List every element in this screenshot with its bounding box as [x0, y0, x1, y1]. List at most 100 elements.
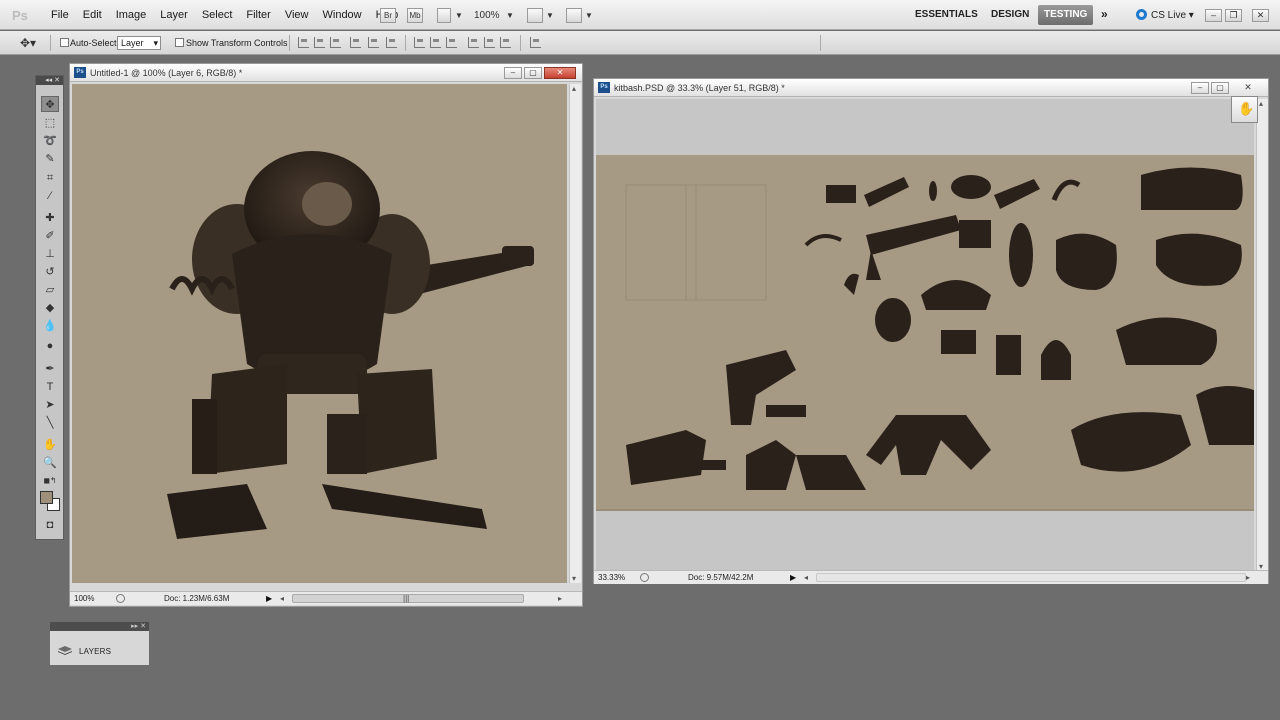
- layers-panel-label[interactable]: LAYERS: [79, 647, 111, 656]
- view-extras-icon[interactable]: [437, 8, 451, 23]
- vertical-scrollbar[interactable]: [1256, 99, 1268, 571]
- bridge-button[interactable]: Br: [380, 8, 396, 23]
- align-top-icon[interactable]: [298, 37, 309, 48]
- more-workspaces-icon[interactable]: »: [1101, 7, 1108, 21]
- path-selection-tool-icon[interactable]: ➤: [41, 397, 59, 413]
- align-bottom-icon[interactable]: [330, 37, 341, 48]
- ps-document-icon: Ps: [74, 67, 86, 78]
- document-tab[interactable]: Ps Untitled-1 @ 100% (Layer 6, RGB/8) * …: [70, 64, 582, 82]
- lasso-tool-icon[interactable]: ➰: [41, 133, 59, 149]
- maximize-button[interactable]: ▢: [524, 67, 542, 79]
- type-tool-icon[interactable]: T: [41, 379, 59, 395]
- align-right-icon[interactable]: [386, 37, 397, 48]
- scroll-left-icon[interactable]: ◂: [280, 592, 284, 605]
- restore-button[interactable]: ❐: [1225, 9, 1242, 22]
- menu-window[interactable]: Window: [316, 9, 369, 21]
- dodge-tool-icon[interactable]: ●: [41, 338, 59, 354]
- zoom-icon[interactable]: [116, 594, 125, 603]
- close-button[interactable]: ✕: [1239, 82, 1257, 94]
- zoom-readout[interactable]: 33.33%: [598, 571, 625, 584]
- workspace-testing[interactable]: TESTING: [1038, 5, 1094, 25]
- chevron-down-icon[interactable]: ▼: [455, 11, 463, 20]
- history-brush-tool-icon[interactable]: ↺: [41, 264, 59, 280]
- arrange-documents-icon[interactable]: [527, 8, 543, 23]
- blur-tool-icon[interactable]: 💧: [41, 318, 59, 334]
- chevron-down-icon[interactable]: ▼: [585, 11, 593, 20]
- document-window-kitbash: Ps kitbash.PSD @ 33.3% (Layer 51, RGB/8)…: [593, 78, 1269, 584]
- auto-align-layers-icon[interactable]: [530, 37, 541, 48]
- zoom-icon[interactable]: [640, 573, 649, 582]
- workspace-essentials[interactable]: ESSENTIALS: [915, 9, 978, 20]
- zoom-tool-icon[interactable]: 🔍: [41, 455, 59, 471]
- scroll-right-icon[interactable]: ▸: [558, 592, 562, 605]
- distribute-right-icon[interactable]: [500, 37, 511, 48]
- foreground-color-swatch[interactable]: [40, 491, 53, 504]
- menu-edit[interactable]: Edit: [76, 9, 109, 21]
- zoom-level[interactable]: 100%: [474, 10, 500, 21]
- close-button[interactable]: ✕: [544, 67, 576, 79]
- minimize-button[interactable]: –: [1205, 9, 1222, 22]
- menu-select[interactable]: Select: [195, 9, 240, 21]
- chevron-down-icon[interactable]: ▼: [506, 11, 514, 20]
- align-vertical-center-icon[interactable]: [314, 37, 325, 48]
- move-tool-icon[interactable]: ✥: [41, 96, 59, 112]
- quick-mask-icon[interactable]: ◘: [41, 517, 59, 533]
- mini-bridge-button[interactable]: Mb: [407, 8, 423, 23]
- ps-document-icon: Ps: [598, 82, 610, 93]
- canvas-untitled[interactable]: [72, 84, 567, 583]
- tools-panel-header[interactable]: ◂◂ ✕: [36, 76, 63, 85]
- screen-mode-icon[interactable]: [566, 8, 582, 23]
- line-tool-icon[interactable]: ╲: [41, 415, 59, 431]
- document-tab[interactable]: Ps kitbash.PSD @ 33.3% (Layer 51, RGB/8)…: [594, 79, 1268, 97]
- document-size: Doc: 9.57M/42.2M: [688, 573, 754, 582]
- chevron-down-icon[interactable]: ▼: [546, 11, 554, 20]
- pen-tool-icon[interactable]: ✒: [41, 361, 59, 377]
- workspace-design[interactable]: DESIGN: [991, 9, 1029, 20]
- robot-mech-artwork: [167, 151, 534, 539]
- align-left-icon[interactable]: [350, 37, 361, 48]
- menu-layer[interactable]: Layer: [153, 9, 195, 21]
- cs-live-menu[interactable]: CS Live ▾: [1136, 9, 1194, 21]
- eyedropper-tool-icon[interactable]: ⁄: [41, 188, 59, 204]
- move-tool-preset-icon[interactable]: ✥▾: [20, 36, 36, 50]
- close-button[interactable]: ✕: [1252, 9, 1269, 22]
- scroll-right-icon[interactable]: ▸: [1246, 571, 1250, 584]
- quick-select-tool-icon[interactable]: ✎: [41, 151, 59, 167]
- menu-view[interactable]: View: [278, 9, 316, 21]
- auto-select-dropdown[interactable]: Layer: [117, 36, 161, 50]
- panel-toggle-button[interactable]: ✋: [1231, 96, 1258, 123]
- layers-icon[interactable]: [58, 646, 72, 656]
- show-transform-checkbox[interactable]: [175, 38, 184, 47]
- status-menu-arrow-icon[interactable]: ▶: [266, 592, 272, 605]
- canvas-kitbash[interactable]: [596, 99, 1254, 571]
- status-menu-arrow-icon[interactable]: ▶: [790, 571, 796, 584]
- distribute-vertical-center-icon[interactable]: [430, 37, 441, 48]
- horizontal-scrollbar[interactable]: [816, 573, 1246, 582]
- clone-stamp-tool-icon[interactable]: ⊥: [41, 246, 59, 262]
- distribute-bottom-icon[interactable]: [446, 37, 457, 48]
- layers-panel-header[interactable]: ▸▸ ✕: [50, 622, 149, 631]
- healing-brush-tool-icon[interactable]: ✚: [41, 210, 59, 226]
- menu-image[interactable]: Image: [109, 9, 154, 21]
- default-colors-icon[interactable]: ◼↰: [41, 473, 59, 489]
- distribute-left-icon[interactable]: [468, 37, 479, 48]
- minimize-button[interactable]: –: [504, 67, 522, 79]
- paint-bucket-tool-icon[interactable]: ◆: [41, 300, 59, 316]
- scroll-left-icon[interactable]: ◂: [804, 571, 808, 584]
- minimize-button[interactable]: –: [1191, 82, 1209, 94]
- eraser-tool-icon[interactable]: ▱: [41, 282, 59, 298]
- divider: [820, 35, 821, 51]
- zoom-readout[interactable]: 100%: [74, 592, 94, 605]
- maximize-button[interactable]: ▢: [1211, 82, 1229, 94]
- brush-tool-icon[interactable]: ✐: [41, 228, 59, 244]
- distribute-horizontal-center-icon[interactable]: [484, 37, 495, 48]
- marquee-tool-icon[interactable]: ⬚: [41, 115, 59, 131]
- distribute-top-icon[interactable]: [414, 37, 425, 48]
- auto-select-checkbox[interactable]: [60, 38, 69, 47]
- hand-tool-icon[interactable]: ✋: [41, 437, 59, 453]
- menu-file[interactable]: File: [44, 9, 76, 21]
- vertical-scrollbar[interactable]: [569, 84, 581, 583]
- crop-tool-icon[interactable]: ⌗: [41, 170, 59, 186]
- menu-filter[interactable]: Filter: [239, 9, 277, 21]
- align-horizontal-center-icon[interactable]: [368, 37, 379, 48]
